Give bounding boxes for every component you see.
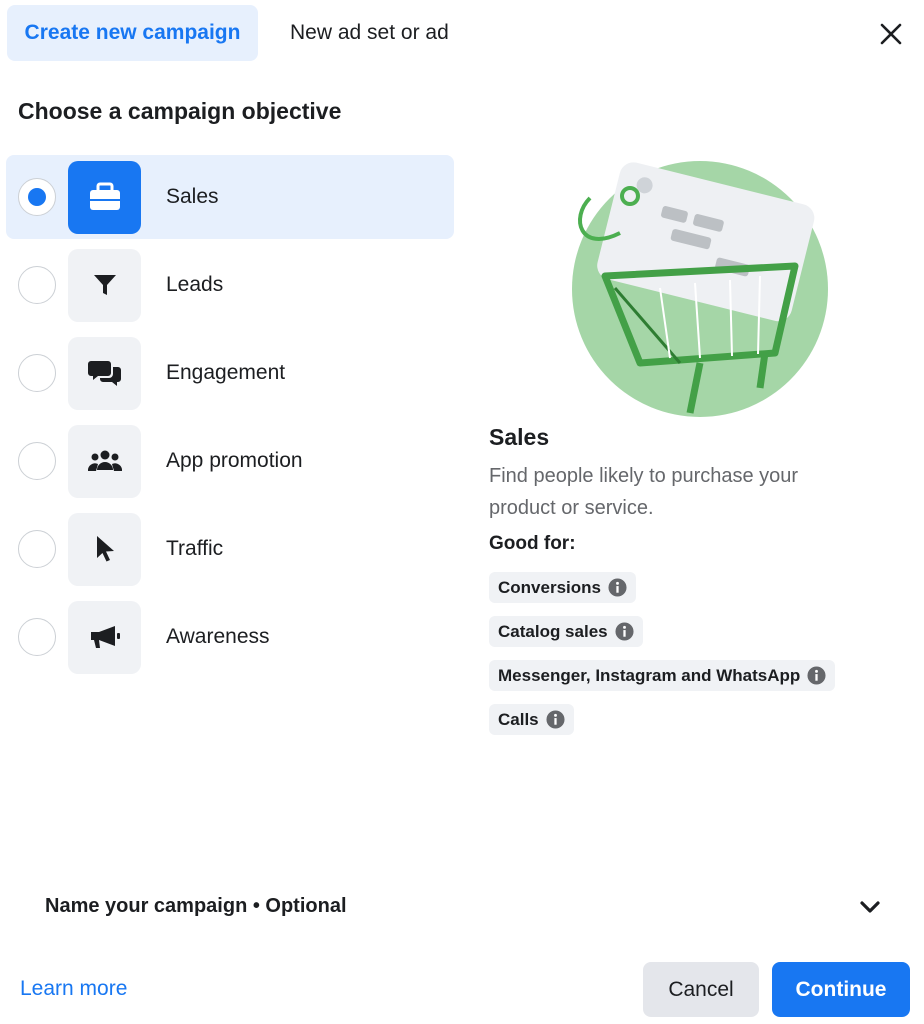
objective-label: Traffic: [166, 537, 224, 560]
continue-button[interactable]: Continue: [772, 962, 910, 1017]
objective-detail-title: Sales: [489, 424, 550, 450]
chat-bubbles-icon: [68, 336, 141, 410]
info-icon[interactable]: [608, 578, 627, 597]
continue-button-label: Continue: [795, 977, 887, 1001]
objective-option-traffic[interactable]: Traffic: [6, 507, 454, 591]
objective-label: App promotion: [166, 449, 303, 472]
radio-button-app-promotion[interactable]: [18, 442, 56, 480]
tab-new-ad-set-or-ad[interactable]: New ad set or ad: [270, 5, 469, 61]
radio-button-awareness[interactable]: [18, 618, 56, 656]
good-for-chip-label: Calls: [498, 709, 539, 729]
megaphone-icon: [68, 600, 141, 674]
good-for-chip-label: Catalog sales: [498, 621, 608, 641]
objective-option-leads[interactable]: Leads: [6, 243, 454, 327]
tab-create-new-campaign-label: Create new campaign: [24, 21, 241, 44]
chevron-down-icon[interactable]: [856, 893, 884, 921]
objective-label: Engagement: [166, 361, 286, 384]
objective-option-sales[interactable]: Sales: [6, 155, 454, 239]
objective-label: Awareness: [166, 625, 270, 648]
cancel-button[interactable]: Cancel: [643, 962, 759, 1017]
name-campaign-toggle[interactable]: Name your campaign • Optional: [45, 895, 347, 918]
objective-option-awareness[interactable]: Awareness: [6, 595, 454, 679]
info-icon[interactable]: [615, 622, 634, 641]
info-icon[interactable]: [807, 666, 826, 685]
cancel-button-label: Cancel: [668, 977, 734, 1001]
radio-button-sales[interactable]: [18, 178, 56, 216]
good-for-chip: Conversions: [489, 572, 636, 603]
page-title: Choose a campaign objective: [18, 98, 342, 124]
briefcase-icon: [68, 160, 141, 234]
good-for-chip: Catalog sales: [489, 616, 643, 647]
people-group-icon: [68, 424, 141, 498]
objective-label: Sales: [166, 185, 219, 208]
funnel-icon: [68, 248, 141, 322]
good-for-chip-label: Messenger, Instagram and WhatsApp: [498, 665, 801, 685]
close-button[interactable]: [870, 13, 912, 55]
good-for-heading: Good for:: [489, 533, 576, 554]
objective-option-engagement[interactable]: Engagement: [6, 331, 454, 415]
close-icon: [880, 23, 902, 45]
cursor-icon: [68, 512, 141, 586]
radio-button-traffic[interactable]: [18, 530, 56, 568]
objective-label: Leads: [166, 273, 224, 296]
good-for-chip: Messenger, Instagram and WhatsApp: [489, 660, 836, 691]
info-icon[interactable]: [546, 710, 565, 729]
sales-illustration: [572, 161, 828, 417]
learn-more-link[interactable]: Learn more: [20, 977, 127, 1001]
radio-button-engagement[interactable]: [18, 354, 56, 392]
objective-detail-description: Find people likely to purchase your prod…: [489, 465, 799, 519]
tab-create-new-campaign[interactable]: Create new campaign: [7, 5, 258, 61]
good-for-chip-label: Conversions: [498, 577, 601, 597]
objective-option-app-promotion[interactable]: App promotion: [6, 419, 454, 503]
good-for-chip: Calls: [489, 704, 574, 735]
tab-new-ad-set-or-ad-label: New ad set or ad: [290, 21, 449, 44]
radio-button-leads[interactable]: [18, 266, 56, 304]
